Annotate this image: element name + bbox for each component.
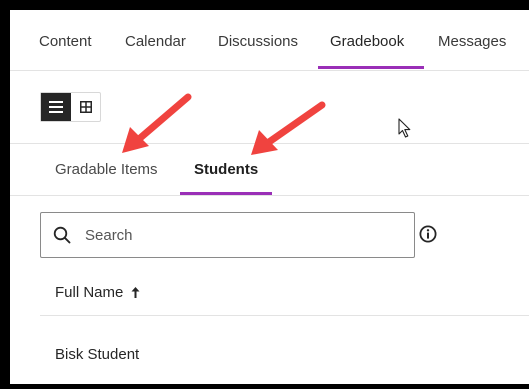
nav-tab-calendar[interactable]: Calendar [125,33,186,50]
active-tab-indicator [318,66,424,69]
search-icon [53,226,71,244]
search-input[interactable] [85,221,405,249]
student-name: Bisk Student [55,346,140,363]
sort-ascending-icon [131,287,140,298]
app-frame: Content Calendar Discussions Gradebook M… [0,0,529,389]
course-nav-bar: Content Calendar Discussions Gradebook M… [10,10,529,71]
info-icon[interactable] [419,225,437,243]
table-row[interactable]: Bisk Student [40,316,529,384]
column-header-label: Full Name [55,284,124,301]
mouse-cursor-icon [398,118,411,138]
arrow-gradable-items [122,93,192,153]
grid-icon [80,101,92,113]
grid-view-button[interactable] [71,93,101,121]
divider [10,143,529,144]
column-header-full-name[interactable]: Full Name [55,284,140,301]
subtab-gradable-items[interactable]: Gradable Items [55,161,158,178]
arrow-students [251,101,326,155]
nav-tab-gradebook[interactable]: Gradebook [330,33,404,50]
list-icon [49,101,63,113]
divider [40,384,529,385]
subtab-students[interactable]: Students [194,161,258,178]
nav-tab-messages[interactable]: Messages [438,33,506,50]
search-box [40,212,415,258]
nav-tab-content[interactable]: Content [39,33,92,50]
view-toggle [40,92,101,122]
list-view-button[interactable] [41,93,71,121]
divider [10,195,529,196]
nav-tab-discussions[interactable]: Discussions [218,33,298,50]
